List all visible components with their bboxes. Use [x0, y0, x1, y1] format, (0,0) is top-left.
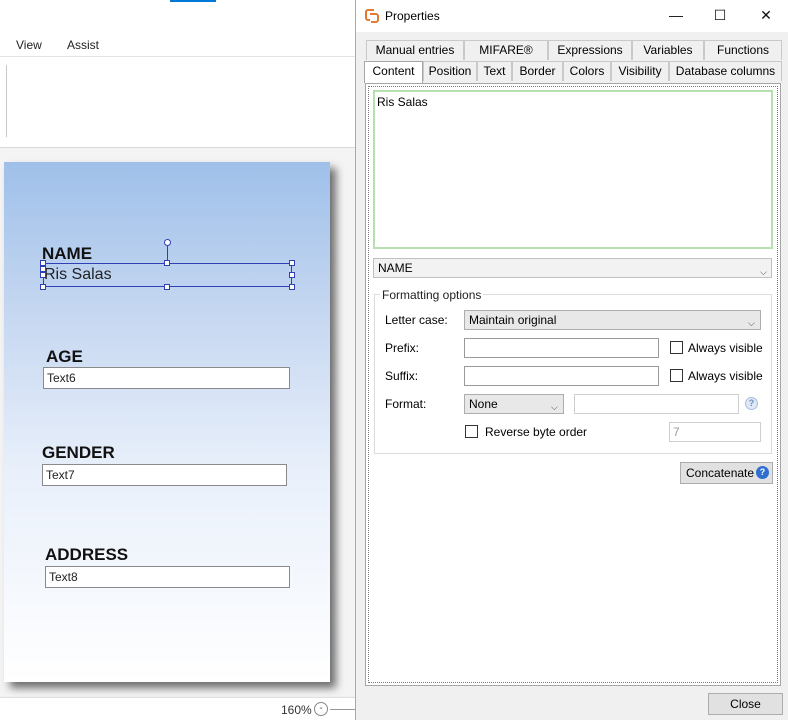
concatenate-help-icon[interactable]: ? [756, 466, 769, 479]
suffix-label: Suffix: [385, 369, 419, 383]
title-strip [0, 0, 356, 30]
rotate-handle[interactable] [164, 239, 171, 246]
chevron-down-icon: ⌵ [760, 267, 767, 277]
suffix-always-visible-label[interactable]: Always visible [688, 369, 763, 383]
ribbon-separator [6, 65, 7, 137]
resize-handle-ne[interactable] [289, 260, 295, 266]
active-tab-accent [170, 0, 216, 2]
formatting-legend: Formatting options [380, 288, 484, 302]
zoom-out-button[interactable]: - [314, 702, 328, 716]
close-window-button[interactable]: ✕ [743, 0, 788, 30]
resize-handle-sw[interactable] [40, 284, 46, 290]
format-help-icon[interactable]: ? [745, 397, 758, 410]
concatenate-button[interactable]: Concatenate ? [680, 462, 773, 484]
resize-handle-w2[interactable] [40, 266, 46, 272]
app-logo-icon [365, 9, 379, 23]
letter-case-value: Maintain original [469, 313, 557, 327]
resize-handle-w[interactable] [40, 272, 46, 278]
content-textarea[interactable]: Ris Salas [373, 90, 773, 249]
reverse-byte-order-label[interactable]: Reverse byte order [485, 425, 587, 439]
tab-mifare[interactable]: MIFARE® [464, 40, 548, 60]
suffix-always-visible-checkbox[interactable] [670, 369, 683, 382]
tab-colors[interactable]: Colors [563, 61, 611, 81]
address-label[interactable]: ADDRESS [45, 545, 128, 565]
tab-expressions[interactable]: Expressions [548, 40, 632, 60]
age-label[interactable]: AGE [46, 347, 83, 367]
tab-visibility[interactable]: Visibility [611, 61, 669, 81]
prefix-label: Prefix: [385, 341, 420, 355]
minimize-button[interactable]: — [653, 0, 699, 30]
card-layout[interactable]: NAME Ris Salas AGE Text6 GENDER Text7 AD… [4, 162, 330, 682]
gender-field[interactable]: Text7 [42, 464, 287, 486]
source-field-dropdown[interactable]: NAME ⌵ [373, 258, 772, 278]
tab-manual-entries[interactable]: Manual entries [366, 40, 464, 60]
age-field[interactable]: Text6 [43, 367, 290, 389]
zoom-level: 160% [281, 703, 312, 717]
address-field[interactable]: Text8 [45, 566, 290, 588]
chevron-down-icon: ⌵ [748, 318, 755, 328]
prefix-always-visible-checkbox[interactable] [670, 341, 683, 354]
menu-view[interactable]: View [16, 38, 42, 52]
reverse-byte-count-input[interactable]: 7 [669, 422, 761, 442]
reverse-byte-order-checkbox[interactable] [465, 425, 478, 438]
prefix-always-visible-label[interactable]: Always visible [688, 341, 763, 355]
tab-database-columns[interactable]: Database columns [669, 61, 782, 81]
resize-handle-n[interactable] [164, 260, 170, 266]
designer-window: View Assist NAME Ris Salas AGE Text6 GEN… [0, 0, 356, 721]
gender-label[interactable]: GENDER [42, 443, 115, 463]
tab-variables[interactable]: Variables [632, 40, 704, 60]
letter-case-dropdown[interactable]: Maintain original ⌵ [464, 310, 761, 330]
tab-position[interactable]: Position [423, 61, 477, 81]
letter-case-label: Letter case: [385, 313, 448, 327]
tab-border[interactable]: Border [512, 61, 563, 81]
maximize-button[interactable]: ☐ [697, 0, 743, 30]
tab-functions[interactable]: Functions [704, 40, 782, 60]
prefix-input[interactable] [464, 338, 659, 358]
dialog-title: Properties [385, 9, 440, 23]
menu-bar: View Assist [0, 30, 356, 57]
resize-handle-s[interactable] [164, 284, 170, 290]
suffix-input[interactable] [464, 366, 659, 386]
status-bar: 160% - [0, 697, 356, 721]
format-text-input[interactable] [574, 394, 739, 414]
menu-assist[interactable]: Assist [67, 38, 99, 52]
name-label[interactable]: NAME [42, 244, 92, 264]
format-label: Format: [385, 397, 427, 411]
resize-handle-se[interactable] [289, 284, 295, 290]
ribbon [0, 57, 356, 148]
zoom-slider[interactable] [330, 709, 356, 710]
chevron-down-icon: ⌵ [551, 402, 558, 412]
dialog-titlebar[interactable]: Properties — ☐ ✕ [356, 0, 788, 32]
concatenate-label: Concatenate [686, 466, 755, 480]
source-field-value: NAME [378, 261, 413, 275]
properties-dialog: Properties — ☐ ✕ Manual entries MIFARE® … [355, 0, 788, 720]
resize-handle-e[interactable] [289, 272, 295, 278]
format-dropdown[interactable]: None ⌵ [464, 394, 564, 414]
tab-text[interactable]: Text [477, 61, 512, 81]
tab-content[interactable]: Content [364, 61, 423, 83]
format-value: None [469, 397, 498, 411]
close-button[interactable]: Close [708, 693, 783, 715]
